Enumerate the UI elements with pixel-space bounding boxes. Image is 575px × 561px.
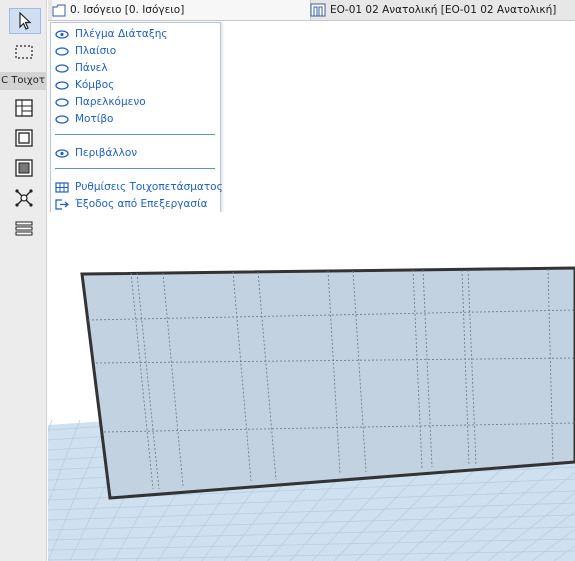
frame-tool[interactable]	[12, 126, 36, 150]
menu-item-environment[interactable]: Περιβάλλον	[55, 145, 137, 161]
eye-closed-icon	[55, 63, 69, 73]
eye-icon	[55, 29, 69, 39]
menu-item-settings[interactable]: Ρυθμίσεις Τοιχοπετάσματος	[55, 179, 223, 195]
menu-item-panel[interactable]: Πάνελ	[55, 60, 108, 76]
menu-item-frame[interactable]: Πλαίσιο	[55, 43, 116, 59]
eye-closed-icon	[55, 114, 69, 124]
tab-floor-plan[interactable]: 0. Ισόγειο [0. Ισόγειο]	[52, 0, 311, 20]
curtain-wall-grid-icon	[15, 99, 33, 117]
3d-viewport[interactable]	[48, 212, 575, 561]
menu-divider	[55, 168, 215, 169]
frame-icon	[15, 129, 33, 147]
menu-item-exit-edit[interactable]: Έξοδος από Επεξεργασία	[55, 196, 208, 212]
curtain-wall-3d-scene	[48, 266, 575, 561]
toolbox: C Τοιχοτ	[0, 0, 56, 561]
view-tab-bar: 0. Ισόγειο [0. Ισόγειο] ΕΟ-01 02 Ανατολι…	[48, 0, 575, 21]
accessory-tool[interactable]	[12, 216, 36, 240]
arrow-tool[interactable]	[9, 8, 41, 34]
eye-closed-icon	[55, 80, 69, 90]
toolbox-group-label: C Τοιχοτ	[0, 72, 46, 90]
menu-item-junction[interactable]: Κόμβος	[55, 77, 114, 93]
exit-icon	[55, 198, 69, 210]
tab-elevation-label: ΕΟ-01 02 Ανατολική [ΕΟ-01 02 Ανατολική]	[330, 4, 557, 16]
accessory-icon	[15, 221, 33, 236]
junction-tool[interactable]	[12, 186, 36, 210]
curtain-wall-settings-icon	[55, 181, 69, 193]
eye-closed-icon	[55, 97, 69, 107]
eye-closed-icon	[55, 46, 69, 56]
marquee-icon	[15, 45, 33, 59]
menu-item-pattern[interactable]: Μοτίβο	[55, 111, 113, 127]
curtain-wall-grid-tool[interactable]	[12, 96, 36, 120]
tab-floor-plan-label: 0. Ισόγειο [0. Ισόγειο]	[70, 4, 185, 16]
curtain-wall-edit-menu: Πλέγμα Διάταξης Πλαίσιο Πάνελ Κόμβος Παρ…	[50, 22, 223, 213]
junction-icon	[15, 189, 33, 207]
marquee-tool[interactable]	[12, 40, 36, 64]
panel-tool[interactable]	[12, 156, 36, 180]
panel-icon	[15, 159, 33, 177]
menu-divider	[55, 134, 215, 135]
elevation-icon	[310, 3, 326, 17]
floor-plan-icon	[52, 4, 66, 16]
arrow-icon	[19, 12, 32, 30]
menu-item-accessory[interactable]: Παρελκόμενο	[55, 94, 146, 110]
menu-item-layout-grid[interactable]: Πλέγμα Διάταξης	[55, 26, 168, 42]
eye-icon	[55, 148, 69, 158]
tab-elevation[interactable]: ΕΟ-01 02 Ανατολική [ΕΟ-01 02 Ανατολική]	[310, 0, 556, 20]
curtain-wall-panel	[80, 266, 575, 500]
